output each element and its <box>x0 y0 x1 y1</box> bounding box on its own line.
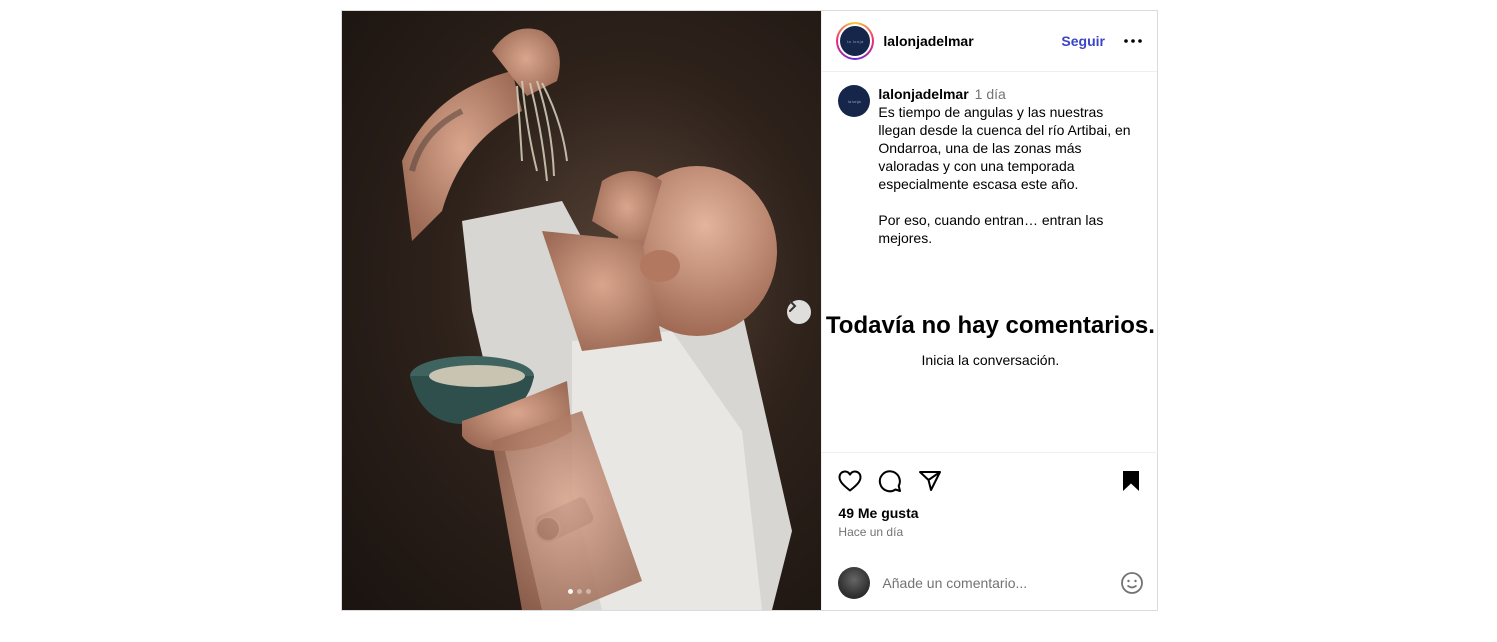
caption-time[interactable]: 1 día <box>975 86 1006 102</box>
post-header: la lonja lalonjadelmar Seguir <box>822 11 1157 72</box>
carousel-dot <box>577 589 582 594</box>
more-options-button[interactable] <box>1123 31 1143 51</box>
brand-logo: la lonja <box>840 26 871 56</box>
author-username[interactable]: lalonjadelmar <box>883 33 973 49</box>
bookmark-icon <box>1123 471 1140 491</box>
carousel-dot <box>586 589 591 594</box>
emoji-icon <box>1121 571 1144 594</box>
carousel-dot <box>568 589 573 594</box>
comment-button[interactable] <box>877 468 903 494</box>
caption-text: Es tiempo de angulas y las nuestras lleg… <box>878 104 1131 246</box>
follow-button[interactable]: Seguir <box>1061 33 1105 49</box>
more-horizontal-icon <box>1124 39 1142 43</box>
carousel-next-button[interactable] <box>787 300 811 324</box>
chef-photo-illustration <box>402 28 792 610</box>
post-caption: la lonja lalonjadelmar 1 día Es tiempo de… <box>838 85 1144 247</box>
empty-comments-subtitle: Inicia la conversación. <box>921 352 1060 368</box>
comment-icon <box>879 470 902 493</box>
post-sidebar: la lonja lalonjadelmar Seguir la lonja l… <box>821 11 1159 610</box>
caption-avatar[interactable]: la lonja <box>838 85 871 117</box>
post-actions: 49 Me gusta Hace un día <box>822 452 1159 539</box>
add-comment-row <box>822 555 1158 610</box>
author-avatar[interactable]: la lonja <box>836 22 875 60</box>
like-button[interactable] <box>837 468 863 494</box>
heart-icon <box>838 470 862 492</box>
save-button[interactable] <box>1118 468 1144 494</box>
comment-input[interactable] <box>882 574 1121 591</box>
likes-count[interactable]: 49 Me gusta <box>822 505 1158 521</box>
empty-comments: Todavía no hay comentarios. Inicia la co… <box>822 311 1158 368</box>
post-photo[interactable] <box>342 11 822 610</box>
current-user-avatar <box>838 566 871 599</box>
chevron-right-icon <box>789 300 797 312</box>
caption-username[interactable]: lalonjadelmar <box>878 86 968 102</box>
carousel-indicator <box>568 589 591 594</box>
share-button[interactable] <box>917 468 943 494</box>
post-time[interactable]: Hace un día <box>822 525 1158 539</box>
send-icon <box>919 471 942 491</box>
emoji-button[interactable] <box>1120 571 1144 595</box>
post-card: la lonja lalonjadelmar Seguir la lonja l… <box>341 10 1159 611</box>
empty-comments-title: Todavía no hay comentarios. <box>825 312 1155 339</box>
